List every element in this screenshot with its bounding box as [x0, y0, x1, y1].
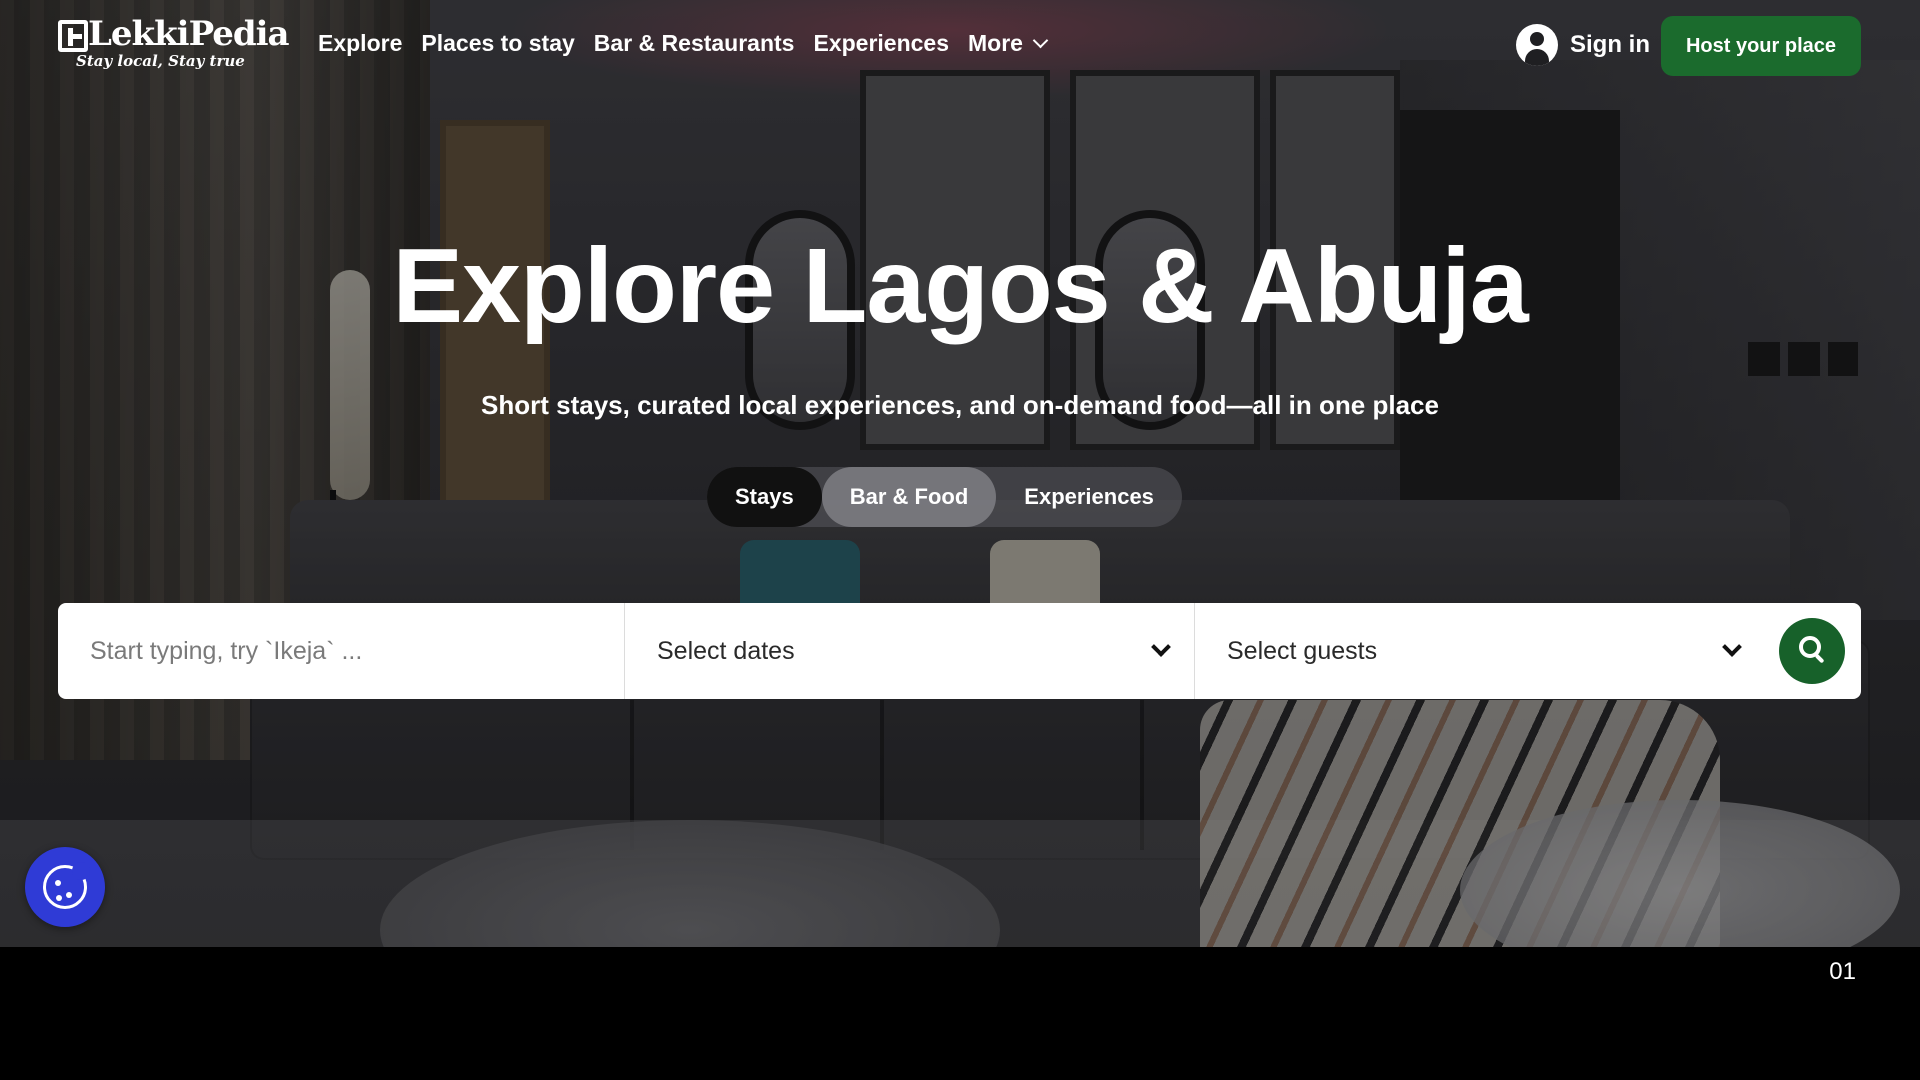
page-number: 01: [1829, 958, 1856, 985]
location-search-input[interactable]: [90, 636, 590, 666]
dates-label: Select dates: [657, 636, 795, 665]
guests-label: Select guests: [1227, 636, 1378, 665]
dates-select[interactable]: Select dates: [625, 603, 1195, 699]
nav-bar-restaurants[interactable]: Bar & Restaurants: [594, 30, 795, 57]
nav-more-dropdown[interactable]: More: [968, 30, 1049, 57]
site-header: LekkiPedia Stay local, Stay true Explore…: [0, 0, 1920, 92]
host-your-place-button[interactable]: Host your place: [1661, 16, 1861, 76]
category-tabs: Stays Bar & Food Experiences: [707, 467, 1182, 527]
hero-title: Explore Lagos & Abuja: [392, 227, 1528, 345]
tab-experiences[interactable]: Experiences: [996, 467, 1182, 527]
brand-logo[interactable]: LekkiPedia Stay local, Stay true: [58, 14, 290, 74]
tab-stays[interactable]: Stays: [707, 467, 822, 527]
cookie-crumb: [55, 880, 61, 886]
sign-in-label: Sign in: [1570, 31, 1650, 58]
location-field[interactable]: [58, 603, 625, 699]
logo-mark-icon: [58, 20, 88, 52]
nav-places-to-stay[interactable]: Places to stay: [421, 30, 574, 57]
sign-in-button[interactable]: Sign in: [1516, 24, 1650, 66]
cookie-icon: [43, 862, 90, 909]
chevron-down-icon: [1722, 637, 1742, 657]
user-avatar-icon: [1516, 24, 1558, 66]
chevron-down-icon: [1151, 637, 1171, 657]
hero-subtitle: Short stays, curated local experiences, …: [481, 390, 1439, 420]
search-button[interactable]: [1779, 618, 1845, 684]
search-icon: [1799, 636, 1821, 658]
cookie-crumb: [56, 895, 62, 901]
cookie-settings-button[interactable]: [25, 847, 105, 927]
nav-explore[interactable]: Explore: [318, 30, 402, 57]
nav-experiences[interactable]: Experiences: [813, 30, 949, 57]
nav-label: Bar & Restaurants: [593, 30, 795, 56]
brand-tagline: Stay local, Stay true: [76, 52, 245, 70]
nav-label: More: [968, 30, 1023, 56]
nav-label: Places to stay: [421, 30, 575, 56]
nav-label: Explore: [318, 30, 403, 56]
brand-name: LekkiPedia: [88, 14, 290, 54]
chevron-down-icon: [1032, 32, 1049, 49]
guests-select[interactable]: Select guests: [1195, 603, 1765, 699]
cookie-crumb: [66, 892, 72, 898]
tab-bar-food[interactable]: Bar & Food: [821, 467, 997, 527]
nav-label: Experiences: [813, 30, 950, 56]
main-nav: Explore Places to stay Bar & Restaurants…: [318, 30, 1049, 57]
search-bar: Select dates Select guests: [58, 603, 1861, 699]
